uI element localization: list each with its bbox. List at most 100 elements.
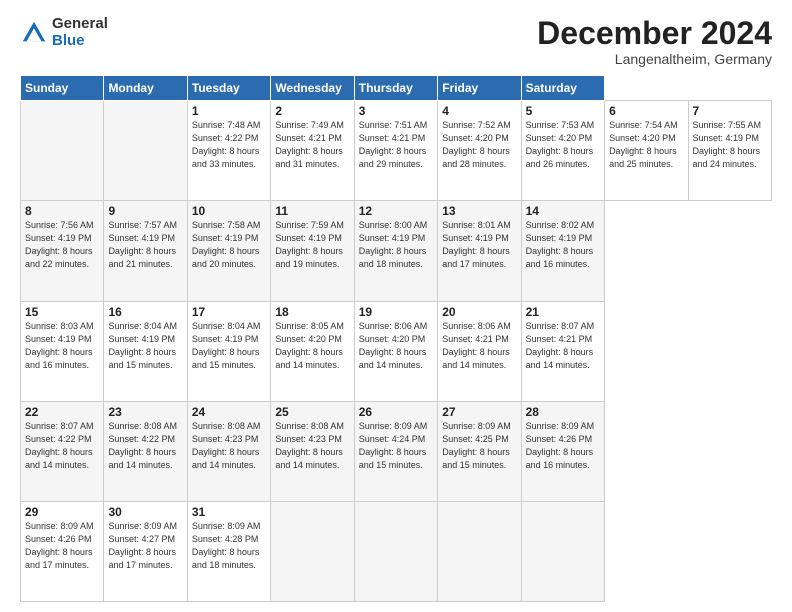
day-number: 25 [275,405,349,419]
logo: General Blue [20,16,108,49]
calendar-header: Sunday Monday Tuesday Wednesday Thursday… [21,76,772,101]
day-number: 19 [359,305,433,319]
day-info: Sunrise: 8:08 AM Sunset: 4:22 PM Dayligh… [108,420,182,472]
day-number: 26 [359,405,433,419]
table-row: 26 Sunrise: 8:09 AM Sunset: 4:24 PM Dayl… [354,401,437,501]
day-number: 29 [25,505,99,519]
logo-icon [20,19,48,47]
table-row: 1 Sunrise: 7:48 AM Sunset: 4:22 PM Dayli… [187,101,270,201]
day-info: Sunrise: 8:04 AM Sunset: 4:19 PM Dayligh… [192,320,266,372]
calendar-table: Sunday Monday Tuesday Wednesday Thursday… [20,75,772,602]
day-info: Sunrise: 7:57 AM Sunset: 4:19 PM Dayligh… [108,219,182,271]
col-wednesday: Wednesday [271,76,354,101]
table-row: 9 Sunrise: 7:57 AM Sunset: 4:19 PM Dayli… [104,201,187,301]
table-row: 4 Sunrise: 7:52 AM Sunset: 4:20 PM Dayli… [438,101,521,201]
table-row: 8 Sunrise: 7:56 AM Sunset: 4:19 PM Dayli… [21,201,104,301]
calendar-week-3: 22 Sunrise: 8:07 AM Sunset: 4:22 PM Dayl… [21,401,772,501]
table-row: 19 Sunrise: 8:06 AM Sunset: 4:20 PM Dayl… [354,301,437,401]
table-row [438,501,521,601]
col-friday: Friday [438,76,521,101]
table-row: 27 Sunrise: 8:09 AM Sunset: 4:25 PM Dayl… [438,401,521,501]
title-section: December 2024 Langenaltheim, Germany [537,16,772,67]
day-number: 22 [25,405,99,419]
table-row: 21 Sunrise: 8:07 AM Sunset: 4:21 PM Dayl… [521,301,604,401]
day-info: Sunrise: 7:53 AM Sunset: 4:20 PM Dayligh… [526,119,600,171]
table-row [354,501,437,601]
day-info: Sunrise: 8:01 AM Sunset: 4:19 PM Dayligh… [442,219,516,271]
table-row: 29 Sunrise: 8:09 AM Sunset: 4:26 PM Dayl… [21,501,104,601]
day-number: 17 [192,305,266,319]
col-thursday: Thursday [354,76,437,101]
calendar-week-0: 1 Sunrise: 7:48 AM Sunset: 4:22 PM Dayli… [21,101,772,201]
day-number: 24 [192,405,266,419]
table-row: 30 Sunrise: 8:09 AM Sunset: 4:27 PM Dayl… [104,501,187,601]
page: General Blue December 2024 Langenaltheim… [0,0,792,612]
calendar-week-1: 8 Sunrise: 7:56 AM Sunset: 4:19 PM Dayli… [21,201,772,301]
col-sunday: Sunday [21,76,104,101]
day-info: Sunrise: 8:07 AM Sunset: 4:21 PM Dayligh… [526,320,600,372]
day-info: Sunrise: 8:04 AM Sunset: 4:19 PM Dayligh… [108,320,182,372]
day-info: Sunrise: 7:49 AM Sunset: 4:21 PM Dayligh… [275,119,349,171]
day-number: 20 [442,305,516,319]
table-row [521,501,604,601]
table-row: 25 Sunrise: 8:08 AM Sunset: 4:23 PM Dayl… [271,401,354,501]
table-row: 7 Sunrise: 7:55 AM Sunset: 4:19 PM Dayli… [688,101,772,201]
day-info: Sunrise: 8:09 AM Sunset: 4:26 PM Dayligh… [25,520,99,572]
day-number: 12 [359,204,433,218]
table-row: 24 Sunrise: 8:08 AM Sunset: 4:23 PM Dayl… [187,401,270,501]
day-info: Sunrise: 8:02 AM Sunset: 4:19 PM Dayligh… [526,219,600,271]
day-number: 3 [359,104,433,118]
calendar-body: 1 Sunrise: 7:48 AM Sunset: 4:22 PM Dayli… [21,101,772,602]
table-row: 31 Sunrise: 8:09 AM Sunset: 4:28 PM Dayl… [187,501,270,601]
day-number: 9 [108,204,182,218]
day-info: Sunrise: 8:09 AM Sunset: 4:26 PM Dayligh… [526,420,600,472]
day-number: 31 [192,505,266,519]
header: General Blue December 2024 Langenaltheim… [20,16,772,67]
table-row [104,101,187,201]
table-row: 12 Sunrise: 8:00 AM Sunset: 4:19 PM Dayl… [354,201,437,301]
day-info: Sunrise: 7:56 AM Sunset: 4:19 PM Dayligh… [25,219,99,271]
table-row: 23 Sunrise: 8:08 AM Sunset: 4:22 PM Dayl… [104,401,187,501]
day-number: 28 [526,405,600,419]
day-info: Sunrise: 8:09 AM Sunset: 4:24 PM Dayligh… [359,420,433,472]
table-row [21,101,104,201]
day-number: 1 [192,104,266,118]
day-number: 27 [442,405,516,419]
table-row: 2 Sunrise: 7:49 AM Sunset: 4:21 PM Dayli… [271,101,354,201]
day-number: 18 [275,305,349,319]
day-info: Sunrise: 8:09 AM Sunset: 4:27 PM Dayligh… [108,520,182,572]
day-info: Sunrise: 8:09 AM Sunset: 4:28 PM Dayligh… [192,520,266,572]
day-info: Sunrise: 8:00 AM Sunset: 4:19 PM Dayligh… [359,219,433,271]
day-info: Sunrise: 7:59 AM Sunset: 4:19 PM Dayligh… [275,219,349,271]
table-row: 15 Sunrise: 8:03 AM Sunset: 4:19 PM Dayl… [21,301,104,401]
day-number: 6 [609,104,683,118]
table-row: 3 Sunrise: 7:51 AM Sunset: 4:21 PM Dayli… [354,101,437,201]
day-number: 7 [693,104,768,118]
day-info: Sunrise: 8:08 AM Sunset: 4:23 PM Dayligh… [192,420,266,472]
month-title: December 2024 [537,16,772,51]
col-monday: Monday [104,76,187,101]
logo-text: General Blue [52,16,108,49]
day-number: 11 [275,204,349,218]
table-row: 10 Sunrise: 7:58 AM Sunset: 4:19 PM Dayl… [187,201,270,301]
day-number: 14 [526,204,600,218]
day-number: 16 [108,305,182,319]
calendar-week-2: 15 Sunrise: 8:03 AM Sunset: 4:19 PM Dayl… [21,301,772,401]
col-saturday: Saturday [521,76,604,101]
table-row: 20 Sunrise: 8:06 AM Sunset: 4:21 PM Dayl… [438,301,521,401]
day-number: 30 [108,505,182,519]
header-row: Sunday Monday Tuesday Wednesday Thursday… [21,76,772,101]
day-number: 23 [108,405,182,419]
day-info: Sunrise: 8:06 AM Sunset: 4:21 PM Dayligh… [442,320,516,372]
table-row: 22 Sunrise: 8:07 AM Sunset: 4:22 PM Dayl… [21,401,104,501]
table-row: 11 Sunrise: 7:59 AM Sunset: 4:19 PM Dayl… [271,201,354,301]
day-number: 15 [25,305,99,319]
table-row: 6 Sunrise: 7:54 AM Sunset: 4:20 PM Dayli… [605,101,688,201]
location: Langenaltheim, Germany [537,51,772,67]
table-row [271,501,354,601]
table-row: 17 Sunrise: 8:04 AM Sunset: 4:19 PM Dayl… [187,301,270,401]
table-row: 5 Sunrise: 7:53 AM Sunset: 4:20 PM Dayli… [521,101,604,201]
day-number: 2 [275,104,349,118]
day-info: Sunrise: 8:06 AM Sunset: 4:20 PM Dayligh… [359,320,433,372]
day-number: 13 [442,204,516,218]
